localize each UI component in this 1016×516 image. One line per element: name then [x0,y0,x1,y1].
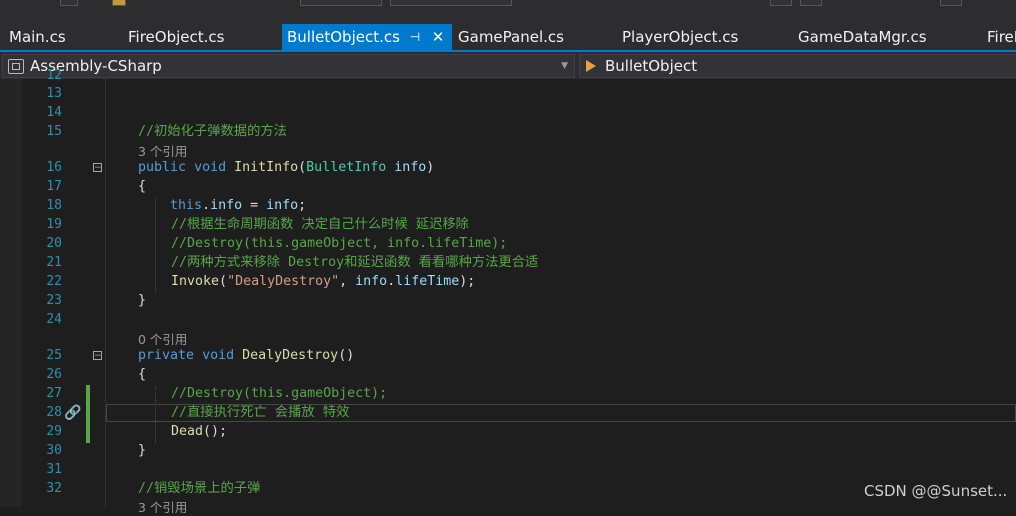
line-number: 15 [46,124,62,139]
comment: //Destroy(this.gameObject, info.lifeTime… [171,236,508,251]
code-line: 14 [0,103,1016,122]
watermark: CSDN @@Sunset... [864,482,1008,500]
code-line: 15 //初始化子弹数据的方法 [0,122,1016,141]
close-icon[interactable]: ✕ [431,24,445,50]
tab-bulletobject[interactable]: BulletObject.cs ⊣ ✕ [282,24,452,50]
line-number: 25 [46,348,62,363]
keyword: void [194,160,227,175]
tab-label: PlayerObject.cs [622,28,739,46]
keyword: this [170,198,203,213]
toolbar-button[interactable] [940,0,962,6]
comment: //销毁场景上的子弹 [138,481,261,496]
line-number: 22 [46,274,62,289]
code-line: 29 Dead(); [0,422,1016,441]
tab-label: BulletObject.cs [287,28,400,46]
line-number: 30 [46,443,62,458]
method-name: InitInfo [234,160,299,175]
navigation-bar: Assembly-CSharp ▼ BulletObject [0,52,1016,79]
tab-gamepanel[interactable]: GamePanel.cs [452,24,608,50]
line-number: 27 [46,386,62,401]
collapse-icon[interactable]: − [93,163,102,173]
type-name: BulletObject [605,57,698,75]
line-number: 20 [46,236,62,251]
keyword: private [138,348,195,363]
parameter: info [355,274,388,289]
method-name: Invoke [171,274,220,289]
comment: //根据生命周期函数 决定自己什么时候 延迟移除 [171,217,469,232]
tab-fireobject-overflow[interactable]: FireI [978,24,1016,50]
method-name: DealyDestroy [242,348,339,363]
tab-main[interactable]: Main.cs [0,24,109,50]
code-line: 17 { [0,177,1016,196]
code-line: 21 //两种方式来移除 Destroy和延迟函数 看看哪种方法更合适 [0,253,1016,272]
pin-icon[interactable]: ⊣ [408,24,422,50]
type-name: BulletInfo [306,160,387,175]
comment: //两种方式来移除 Destroy和延迟函数 看看哪种方法更合适 [171,255,539,270]
line-number: 31 [46,462,62,477]
keyword: public [138,160,187,175]
toolbar [0,0,1016,24]
chevron-down-icon: ▼ [561,61,568,71]
toolbar-button[interactable] [60,0,78,6]
code-line: 28 //直接执行死亡 会播放 特效 [0,403,1016,422]
code-line: 19 //根据生命周期函数 决定自己什么时候 延迟移除 [0,215,1016,234]
code-line: 26 { [0,365,1016,384]
line-number: 29 [46,424,62,439]
toolbar-button[interactable] [112,0,126,6]
tab-gamedatamgr[interactable]: GameDataMgr.cs [788,24,968,50]
line-number: 16 [46,160,62,175]
class-icon [586,60,596,72]
line-number: 21 [46,255,62,270]
code-line: 30 } [0,441,1016,460]
tab-label: GameDataMgr.cs [798,28,927,46]
collapse-icon[interactable]: − [93,351,102,361]
code-line: 24 [0,310,1016,329]
code-line: 20 //Destroy(this.gameObject, info.lifeT… [0,234,1016,253]
tab-fireobject[interactable]: FireObject.cs [118,24,278,50]
tab-label: FireI [987,28,1016,46]
line-number: 17 [46,179,62,194]
line-number: 28 [46,405,62,420]
method-name: Dead [171,424,204,439]
document-tabs: Main.cs FireObject.cs BulletObject.cs ⊣ … [0,24,1016,52]
code-line: 23 } [0,291,1016,310]
line-number: 24 [46,312,62,327]
comment: //直接执行死亡 会播放 特效 [171,405,350,420]
code-line: 16 − public void InitInfo(BulletInfo inf… [0,158,1016,177]
toolbar-dropdown[interactable] [300,0,382,6]
field: lifeTime [395,274,460,289]
codelens-references[interactable]: 3 个引用 [138,499,187,516]
code-line: 22 Invoke("DealyDestroy", info.lifeTime)… [0,272,1016,291]
code-line: 25 − private void DealyDestroy() [0,346,1016,365]
string-literal: "DealyDestroy" [227,274,340,289]
field: info [210,198,243,213]
line-number: 14 [46,105,62,120]
code-line: 31 [0,460,1016,479]
line-number: 19 [46,217,62,232]
line-number: 23 [46,293,62,308]
line-number: 12 [46,68,62,83]
tab-playerobject[interactable]: PlayerObject.cs [612,24,782,50]
toolbar-button[interactable] [800,0,822,6]
line-number: 13 [46,86,62,101]
tab-label: FireObject.cs [128,28,225,46]
project-dropdown[interactable]: Assembly-CSharp ▼ [2,54,575,78]
type-dropdown[interactable]: BulletObject [579,54,1016,78]
tab-label: GamePanel.cs [458,28,564,46]
comment: //初始化子弹数据的方法 [138,124,287,139]
line-number: 18 [46,198,62,213]
parameter: info [266,198,299,213]
line-number: 32 [46,481,62,496]
keyword: void [202,348,235,363]
code-line: 27 //Destroy(this.gameObject); [0,384,1016,403]
toolbar-button[interactable] [770,0,792,6]
parameter: info [394,160,427,175]
toolbar-dropdown[interactable] [390,0,512,6]
comment: //Destroy(this.gameObject); [171,386,388,401]
tab-label: Main.cs [9,28,66,46]
code-line: 13 [0,84,1016,103]
code-line: 18 this.info = info; [0,196,1016,215]
line-number: 26 [46,367,62,382]
code-editor[interactable]: 🔗 12 13 14 15 //初始化子弹数据的方法 3 个引用 16 − pu… [0,68,1016,515]
